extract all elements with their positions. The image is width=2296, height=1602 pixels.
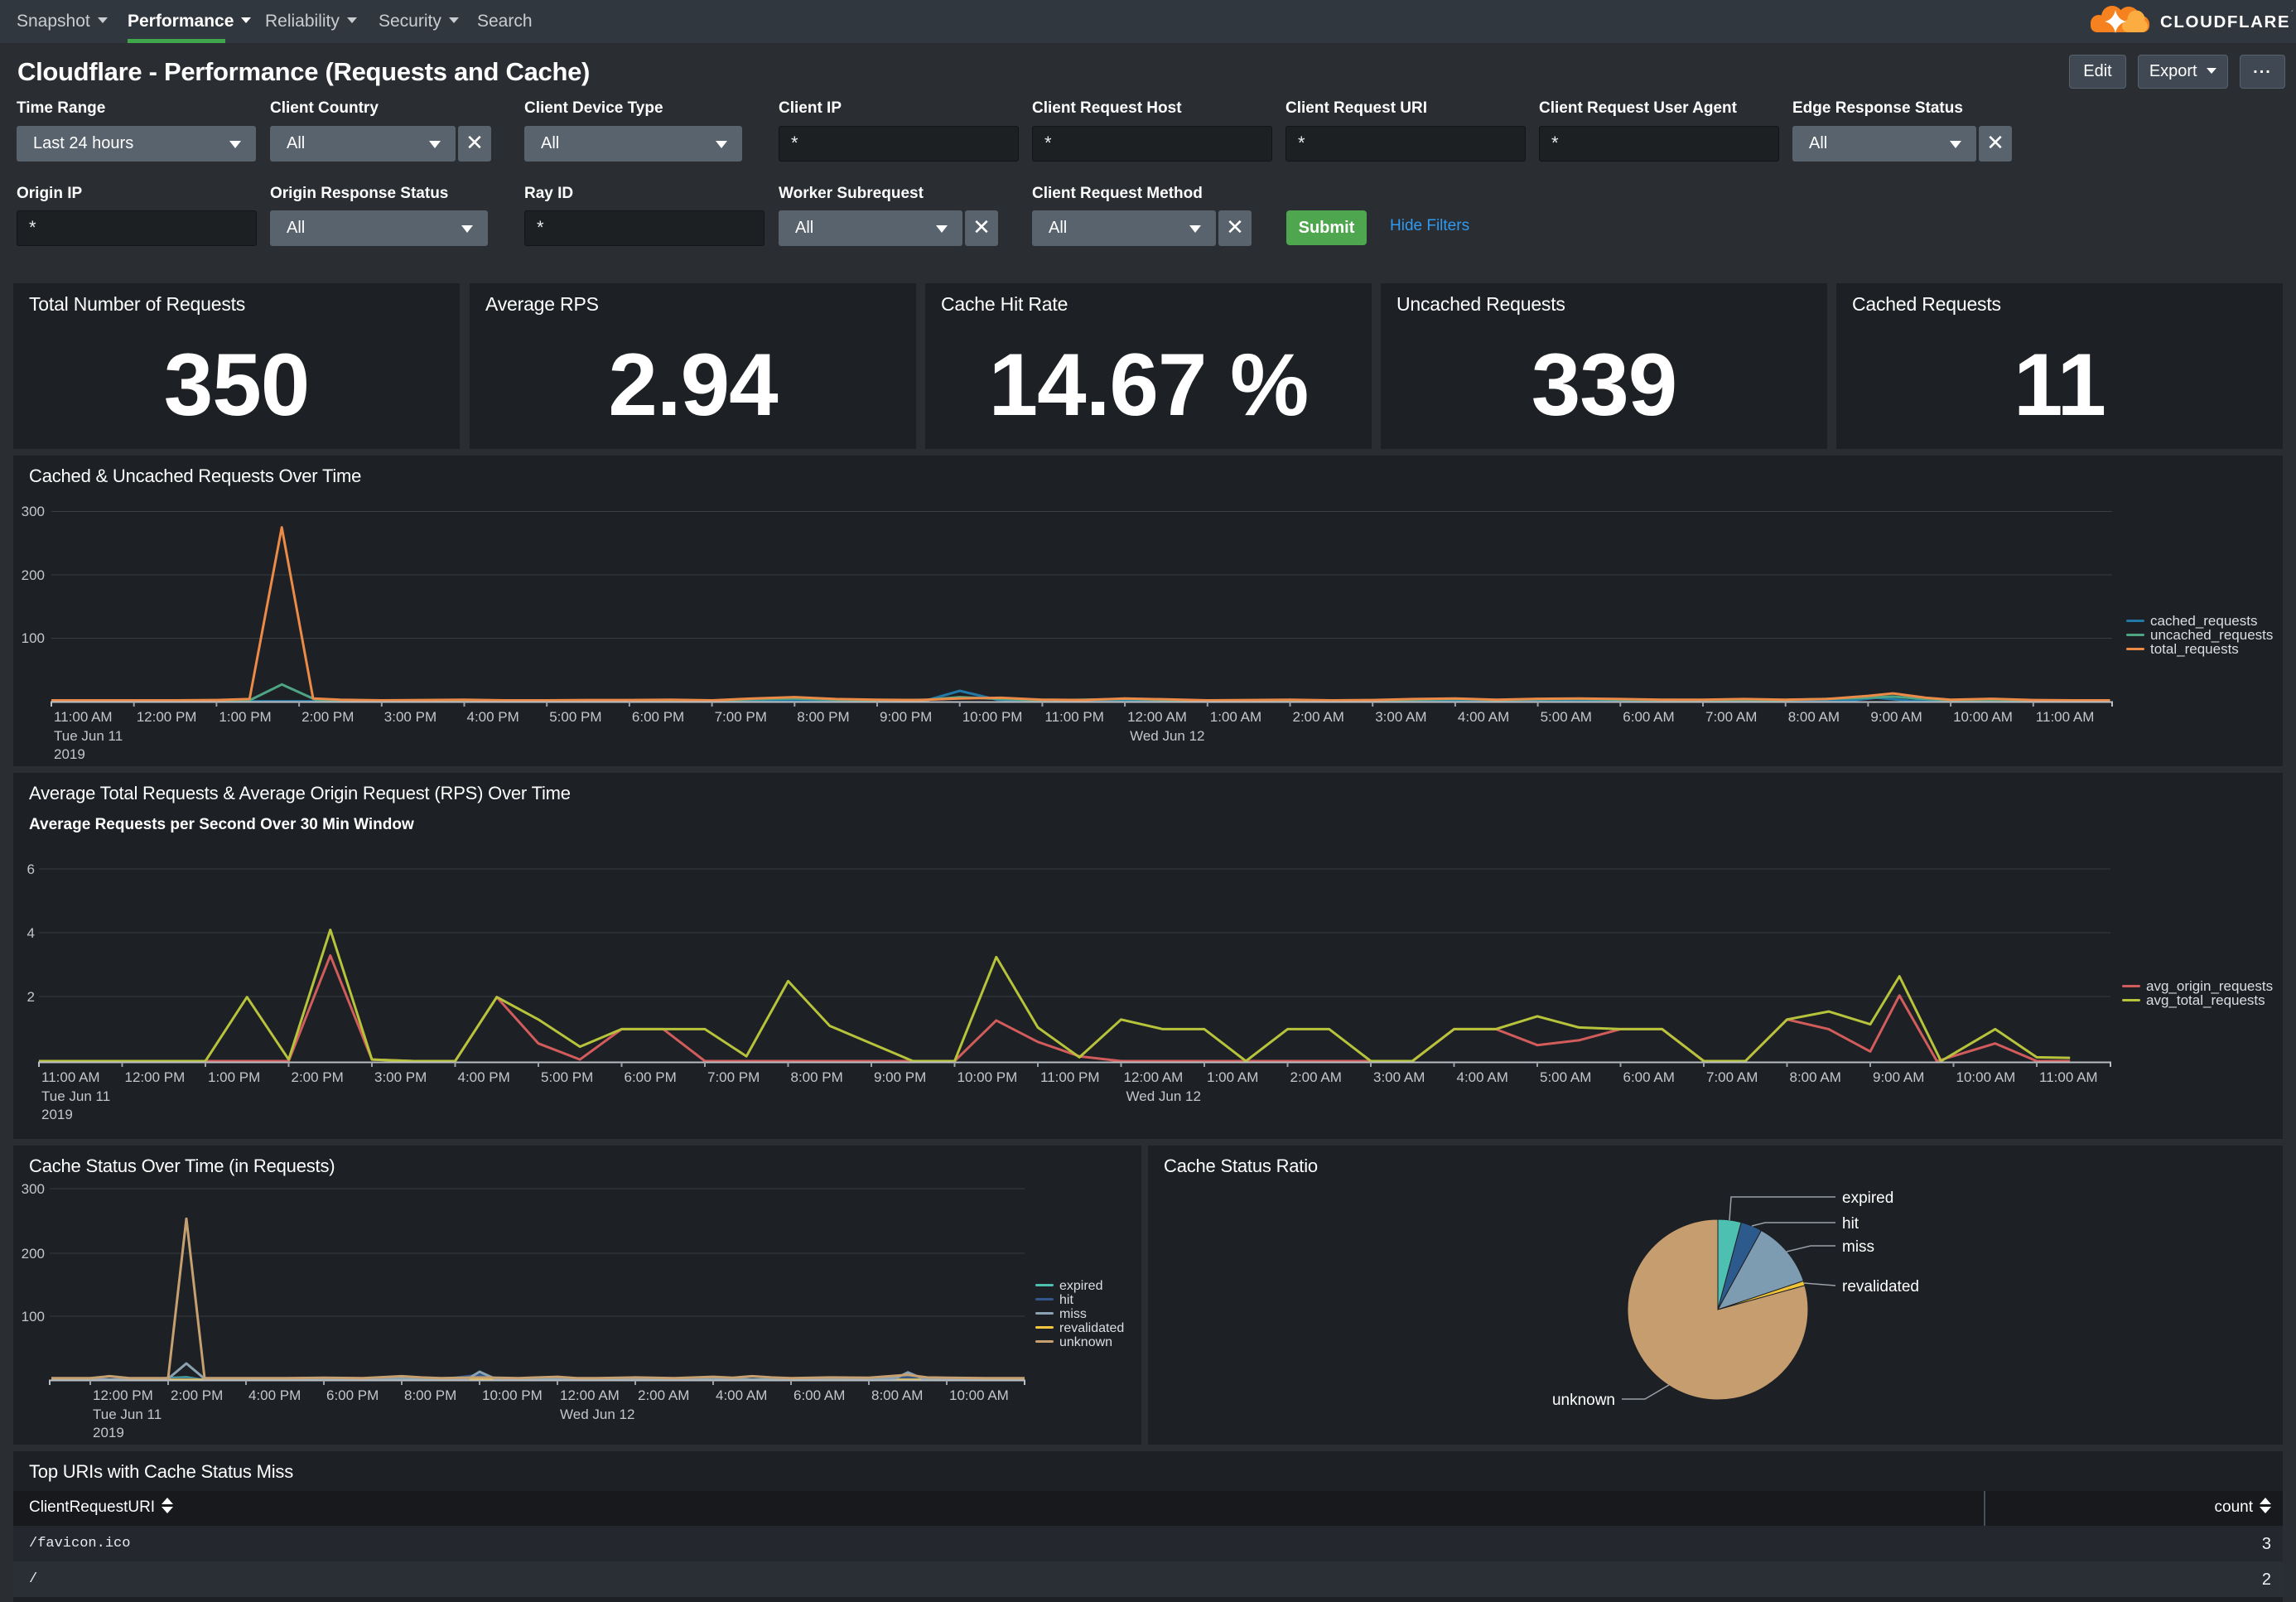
svg-text:2019: 2019 [93, 1425, 124, 1440]
svg-text:12:00 PM: 12:00 PM [125, 1069, 186, 1085]
svg-text:4: 4 [27, 925, 35, 941]
svg-text:6:00 PM: 6:00 PM [632, 709, 684, 725]
svg-text:12:00 PM: 12:00 PM [93, 1387, 153, 1403]
svg-text:5:00 AM: 5:00 AM [1540, 1069, 1591, 1085]
svg-text:8:00 PM: 8:00 PM [791, 1069, 843, 1085]
svg-text:11:00 AM: 11:00 AM [2039, 1069, 2098, 1085]
svg-text:3:00 AM: 3:00 AM [1375, 709, 1426, 725]
svg-text:8:00 AM: 8:00 AM [871, 1387, 923, 1403]
svg-text:8:00 PM: 8:00 PM [797, 709, 849, 725]
svg-text:10:00 AM: 10:00 AM [1956, 1069, 2016, 1085]
svg-text:9:00 AM: 9:00 AM [1870, 709, 1922, 725]
svg-text:11:00 PM: 11:00 PM [1044, 709, 1104, 725]
svg-text:10:00 PM: 10:00 PM [957, 1069, 1018, 1085]
svg-text:Wed Jun 12: Wed Jun 12 [1126, 1088, 1201, 1104]
svg-text:6:00 AM: 6:00 AM [1623, 1069, 1675, 1085]
svg-text:2:00 AM: 2:00 AM [1290, 1069, 1342, 1085]
svg-text:11:00 AM: 11:00 AM [54, 709, 113, 725]
svg-text:10:00 PM: 10:00 PM [962, 709, 1023, 725]
svg-text:8:00 PM: 8:00 PM [404, 1387, 456, 1403]
svg-text:10:00 PM: 10:00 PM [482, 1387, 543, 1403]
svg-text:1:00 AM: 1:00 AM [1207, 1069, 1258, 1085]
svg-text:3:00 PM: 3:00 PM [384, 709, 437, 725]
svg-text:9:00 PM: 9:00 PM [880, 709, 932, 725]
svg-text:200: 200 [22, 1246, 45, 1262]
svg-text:6:00 PM: 6:00 PM [326, 1387, 379, 1403]
svg-text:3:00 PM: 3:00 PM [374, 1069, 427, 1085]
svg-text:2:00 PM: 2:00 PM [171, 1387, 223, 1403]
svg-text:6:00 PM: 6:00 PM [625, 1069, 677, 1085]
svg-text:11:00 AM: 11:00 AM [2036, 709, 2095, 725]
svg-text:3:00 AM: 3:00 AM [1373, 1069, 1425, 1085]
svg-text:6:00 AM: 6:00 AM [1623, 709, 1674, 725]
svg-text:7:00 PM: 7:00 PM [707, 1069, 760, 1085]
svg-text:12:00 AM: 12:00 AM [560, 1387, 620, 1403]
svg-text:4:00 AM: 4:00 AM [1457, 1069, 1508, 1085]
svg-text:100: 100 [22, 630, 45, 646]
svg-text:2019: 2019 [41, 1107, 73, 1122]
svg-text:11:00 AM: 11:00 AM [41, 1069, 100, 1085]
svg-text:1:00 PM: 1:00 PM [219, 709, 271, 725]
svg-text:300: 300 [22, 504, 45, 519]
svg-text:2:00 PM: 2:00 PM [292, 1069, 344, 1085]
svg-text:8:00 AM: 8:00 AM [1790, 1069, 1841, 1085]
svg-text:4:00 PM: 4:00 PM [467, 709, 519, 725]
svg-text:2:00 AM: 2:00 AM [638, 1387, 689, 1403]
svg-text:2:00 PM: 2:00 PM [301, 709, 354, 725]
svg-text:100: 100 [22, 1309, 45, 1325]
svg-text:2019: 2019 [54, 746, 85, 762]
svg-text:12:00 PM: 12:00 PM [137, 709, 197, 725]
svg-text:´: ´ [2291, 9, 2294, 19]
svg-text:miss: miss [1842, 1238, 1874, 1256]
svg-text:4:00 PM: 4:00 PM [458, 1069, 510, 1085]
svg-text:10:00 AM: 10:00 AM [949, 1387, 1009, 1403]
svg-text:7:00 AM: 7:00 AM [1706, 1069, 1758, 1085]
svg-text:11:00 PM: 11:00 PM [1040, 1069, 1100, 1085]
svg-text:Wed Jun 12: Wed Jun 12 [560, 1407, 634, 1422]
svg-text:5:00 PM: 5:00 PM [541, 1069, 593, 1085]
svg-text:8:00 AM: 8:00 AM [1788, 709, 1840, 725]
svg-text:6: 6 [27, 861, 35, 877]
svg-text:5:00 PM: 5:00 PM [549, 709, 601, 725]
svg-text:300: 300 [22, 1181, 45, 1197]
svg-text:6:00 AM: 6:00 AM [793, 1387, 845, 1403]
svg-text:7:00 PM: 7:00 PM [715, 709, 767, 725]
svg-text:2:00 AM: 2:00 AM [1293, 709, 1344, 725]
svg-text:9:00 PM: 9:00 PM [874, 1069, 926, 1085]
svg-text:1:00 PM: 1:00 PM [208, 1069, 260, 1085]
svg-text:5:00 AM: 5:00 AM [1541, 709, 1592, 725]
svg-text:unknown: unknown [1552, 1392, 1615, 1409]
svg-text:Tue Jun 11: Tue Jun 11 [41, 1088, 110, 1104]
svg-text:Tue Jun 11: Tue Jun 11 [54, 728, 123, 744]
svg-text:7:00 AM: 7:00 AM [1705, 709, 1757, 725]
svg-text:revalidated: revalidated [1842, 1278, 1919, 1296]
svg-text:expired: expired [1842, 1189, 1893, 1207]
svg-text:4:00 PM: 4:00 PM [248, 1387, 301, 1403]
svg-text:9:00 AM: 9:00 AM [1873, 1069, 1924, 1085]
svg-text:10:00 AM: 10:00 AM [1953, 709, 2013, 725]
svg-text:12:00 AM: 12:00 AM [1127, 709, 1187, 725]
svg-text:CLOUDFLARE: CLOUDFLARE [2160, 12, 2290, 31]
svg-text:Wed Jun 12: Wed Jun 12 [1130, 728, 1204, 744]
svg-text:12:00 AM: 12:00 AM [1124, 1069, 1184, 1085]
svg-text:4:00 AM: 4:00 AM [1458, 709, 1509, 725]
svg-text:2: 2 [27, 989, 35, 1005]
svg-text:1:00 AM: 1:00 AM [1210, 709, 1261, 725]
svg-text:Tue Jun 11: Tue Jun 11 [93, 1407, 162, 1422]
svg-text:200: 200 [22, 567, 45, 583]
svg-text:hit: hit [1842, 1215, 1859, 1233]
svg-text:4:00 AM: 4:00 AM [716, 1387, 767, 1403]
